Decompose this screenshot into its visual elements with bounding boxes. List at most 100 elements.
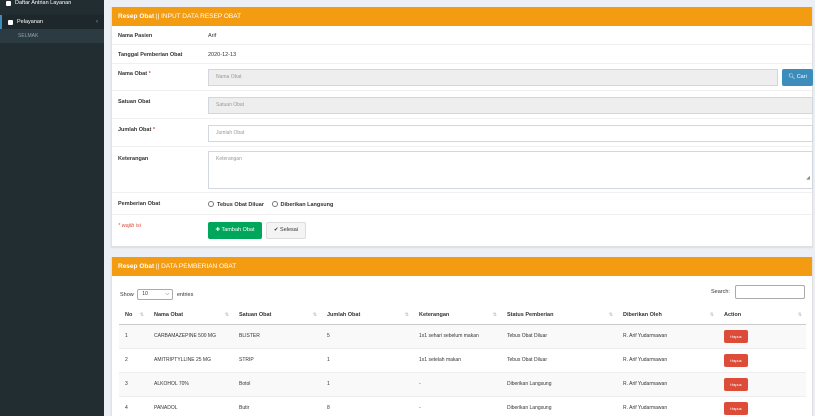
- table-row: 1 CARBAMAZEPINE 500 MG BLISTER 5 1x1 seh…: [119, 323, 806, 348]
- cell-jumlah: 1: [321, 371, 413, 396]
- cell-action: Hapus: [718, 395, 806, 416]
- satuan-input[interactable]: Satuan Obat: [208, 97, 813, 114]
- row-nama-obat: Nama Obat * Nama Obat 🔍︎ Cari: [112, 64, 813, 91]
- cell-nama-obat: AMITRIPTYLLINE 25 MG: [148, 347, 233, 372]
- main-content: Resep Obat || INPUT DATA RESEP OBAT Nama…: [104, 0, 815, 416]
- column-header[interactable]: Jumlah Obat ⇅: [321, 307, 413, 325]
- row-actions: * wajib isi ✚ Tambah Obat ✔ Selesai: [112, 215, 812, 245]
- cell-satuan: Butir: [233, 395, 321, 416]
- folder-icon: [8, 19, 13, 25]
- nama-pasien-label: Nama Pasien: [118, 33, 153, 39]
- search-icon: 🔍︎: [788, 74, 796, 80]
- column-header[interactable]: No ⇅: [119, 307, 148, 325]
- column-header[interactable]: Nama Obat ⇅: [148, 307, 233, 325]
- sort-icon: ⇅: [224, 312, 229, 318]
- cell-action: Hapus: [718, 347, 806, 372]
- cell-keterangan: 1x1 setelah makan: [413, 347, 501, 372]
- sidebar-item-antrian[interactable]: Daftar Antrian Layanan: [0, 0, 104, 6]
- sort-icon: ⇅: [312, 312, 317, 318]
- column-header[interactable]: Action ⇅: [718, 307, 806, 325]
- cell-no: 1: [119, 323, 148, 348]
- column-header[interactable]: Diberikan Oleh ⇅: [617, 307, 718, 325]
- panel-header: Resep Obat || INPUT DATA RESEP OBAT: [112, 7, 812, 26]
- column-header[interactable]: Satuan Obat ⇅: [233, 307, 321, 325]
- hapus-button[interactable]: Hapus: [724, 377, 748, 391]
- dashboard-icon: [6, 1, 11, 6]
- row-tanggal: Tanggal Pemberian Obat 2020-12-13: [112, 45, 812, 64]
- hapus-button[interactable]: Hapus: [724, 329, 748, 343]
- selesai-button[interactable]: ✔ Selesai: [266, 222, 306, 239]
- check-icon: ✔: [273, 227, 279, 233]
- jumlah-input[interactable]: Jumlah Obat: [208, 125, 813, 142]
- column-header[interactable]: Keterangan ⇅: [413, 307, 501, 325]
- sort-icon: ⇅: [139, 312, 144, 318]
- panel-subtitle: || DATA PEMBERIAN OBAT: [154, 263, 237, 270]
- radio-circle-icon: [271, 201, 278, 207]
- sort-icon: ⇅: [608, 312, 613, 318]
- tambah-obat-button[interactable]: ✚ Tambah Obat: [208, 222, 262, 239]
- panel-header: Resep Obat || DATA PEMBERIAN OBAT: [112, 257, 812, 276]
- pemberian-obat-table: No ⇅ Nama Obat ⇅ Satuan Obat ⇅ Jumlah Obat ⇅…: [119, 307, 806, 416]
- keterangan-textarea[interactable]: Keterangan ◢: [208, 151, 813, 189]
- pemberian-label: Pemberian Obat: [118, 201, 161, 207]
- required-mark: *: [148, 71, 151, 77]
- row-pemberian: Pemberian Obat Tebus Obat Diluar Diberik…: [112, 193, 812, 215]
- cell-satuan: Botol: [233, 371, 321, 396]
- resep-table-panel: Resep Obat || DATA PEMBERIAN OBAT Show 1…: [111, 257, 813, 416]
- radio-tebus[interactable]: Tebus Obat Diluar: [208, 201, 264, 208]
- cell-diberikan-oleh: R. Arif Yudarmawan: [617, 371, 718, 396]
- cell-keterangan: 1x1 sehari sebelum makan: [413, 323, 501, 348]
- row-keterangan: Keterangan Keterangan ◢: [112, 147, 813, 193]
- nama-obat-label: Nama Obat *: [118, 71, 151, 77]
- cell-satuan: STRIP: [233, 347, 321, 372]
- cell-diberikan-oleh: R. Arif Yudarmawan: [617, 323, 718, 348]
- row-nama-pasien: Nama Pasien Arif: [112, 26, 812, 45]
- cell-no: 2: [119, 347, 148, 372]
- search-label: Search:: [711, 289, 730, 295]
- sidebar-item-label: Pelayanan: [17, 19, 43, 25]
- sidebar: Daftar Antrian Layanan Pelayanan ‹ SELMA…: [0, 0, 104, 416]
- panel-title: Resep Obat: [118, 263, 155, 270]
- nama-pasien-value: Arif: [208, 33, 217, 39]
- cell-jumlah: 1: [321, 347, 413, 372]
- sort-icon: ⇅: [492, 312, 497, 318]
- radio-langsung[interactable]: Diberikan Langsung: [271, 201, 333, 208]
- cari-button[interactable]: 🔍︎ Cari: [782, 69, 813, 86]
- sidebar-item-pelayanan[interactable]: Pelayanan ‹: [0, 15, 104, 29]
- cell-diberikan-oleh: R. Arif Yudarmawan: [617, 395, 718, 416]
- entries-select[interactable]: 10 ⌵: [137, 289, 174, 300]
- chevron-left-icon: ‹: [96, 19, 98, 25]
- jumlah-label: Jumlah Obat *: [118, 127, 155, 133]
- cell-diberikan-oleh: R. Arif Yudarmawan: [617, 347, 718, 372]
- entries-length-control: Show 10 ⌵ entries: [120, 289, 193, 300]
- tanggal-value: 2020-12-13: [208, 52, 237, 58]
- hapus-button[interactable]: Hapus: [724, 353, 748, 367]
- column-header[interactable]: Status Pemberian ⇅: [501, 307, 617, 325]
- nama-obat-input[interactable]: Nama Obat: [208, 69, 778, 86]
- sidebar-subitem-label: SELMAK: [18, 33, 39, 39]
- cell-status: Diberikan Langsung: [501, 371, 617, 396]
- sidebar-item-label: Daftar Antrian Layanan: [15, 0, 72, 6]
- cell-action: Hapus: [718, 323, 806, 348]
- panel-title: Resep Obat: [118, 13, 155, 20]
- sort-icon: ⇅: [709, 312, 714, 318]
- cell-satuan: BLISTER: [233, 323, 321, 348]
- panel-subtitle: || INPUT DATA RESEP OBAT: [154, 13, 242, 20]
- sort-icon: ⇅: [404, 312, 409, 318]
- cell-keterangan: -: [413, 371, 501, 396]
- keterangan-label: Keterangan: [118, 156, 149, 162]
- cell-jumlah: 8: [321, 395, 413, 416]
- cell-status: Tebus Obat Diluar: [501, 323, 617, 348]
- plus-icon: ✚: [215, 227, 221, 233]
- cell-no: 3: [119, 371, 148, 396]
- sidebar-subitem-selmak[interactable]: SELMAK: [0, 29, 104, 43]
- sort-icon: ⇅: [797, 312, 802, 318]
- wajib-isi-note: * wajib isi: [118, 223, 141, 229]
- cell-status: Diberikan Langsung: [501, 395, 617, 416]
- table-row: 2 AMITRIPTYLLINE 25 MG STRIP 1 1x1 setel…: [119, 347, 806, 372]
- table-row: 3 ALKOHOL 70% Botol 1 - Diberikan Langsu…: [119, 371, 806, 396]
- search-input[interactable]: [735, 285, 805, 299]
- chevron-down-icon: ⌵: [165, 291, 170, 297]
- resize-handle-icon[interactable]: ◢: [806, 171, 810, 186]
- hapus-button[interactable]: Hapus: [724, 401, 748, 415]
